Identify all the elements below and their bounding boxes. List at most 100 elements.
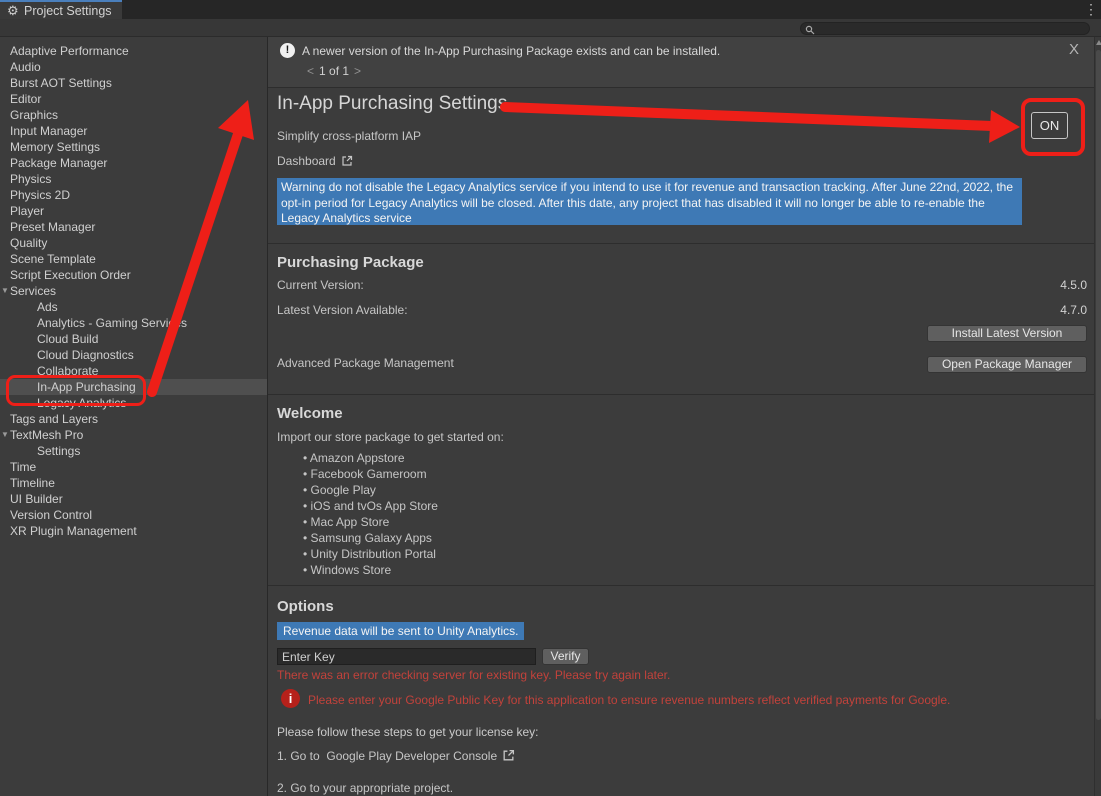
sidebar-item-scene-template[interactable]: Scene Template [0,251,267,267]
tab-title: Project Settings [24,4,112,18]
store-item-samsung-galaxy-apps: • Samsung Galaxy Apps [303,530,438,546]
sidebar-item-ui-builder[interactable]: UI Builder [0,491,267,507]
search-input[interactable] [817,23,1087,36]
google-key-input[interactable] [277,648,536,665]
sidebar-item-audio[interactable]: Audio [0,59,267,75]
tab-bar: ⚙ Project Settings ⋮ [0,0,1101,19]
sidebar-item-timeline[interactable]: Timeline [0,475,267,491]
verify-button[interactable]: Verify [542,648,589,665]
sidebar-item-time[interactable]: Time [0,459,267,475]
sidebar-item-label: Physics [10,171,51,187]
sidebar-item-settings[interactable]: Settings [0,443,267,459]
sidebar-item-label: In-App Purchasing [37,379,136,395]
search-box[interactable] [800,22,1090,35]
store-item-unity-distribution-portal: • Unity Distribution Portal [303,546,438,562]
page-title: In-App Purchasing Settings [277,93,507,115]
sidebar-item-label: Timeline [10,475,55,491]
service-subtitle: Simplify cross-platform IAP [277,129,421,143]
sidebar-item-adaptive-performance[interactable]: Adaptive Performance [0,43,267,59]
sidebar-item-package-manager[interactable]: Package Manager [0,155,267,171]
sidebar-item-collaborate[interactable]: Collaborate [0,363,267,379]
sidebar-item-label: Settings [37,443,80,459]
store-item-amazon-appstore: • Amazon Appstore [303,450,438,466]
sidebar-item-label: Memory Settings [10,139,100,155]
external-link-icon [502,749,515,765]
legacy-analytics-warning: Warning do not disable the Legacy Analyt… [277,178,1022,225]
sidebar-item-label: Version Control [10,507,92,523]
vertical-scrollbar[interactable] [1094,37,1101,796]
latest-version-label: Latest Version Available: [277,303,408,317]
sidebar-item-label: Adaptive Performance [10,43,129,59]
sidebar-item-label: Quality [10,235,47,251]
window-menu-icon[interactable]: ⋮ [1083,0,1099,19]
sidebar-item-cloud-diagnostics[interactable]: Cloud Diagnostics [0,347,267,363]
store-item-google-play: • Google Play [303,482,438,498]
sidebar-item-legacy-analytics[interactable]: Legacy Analytics [0,395,267,411]
sidebar-item-label: Physics 2D [10,187,70,203]
service-on-toggle[interactable]: ON [1031,112,1068,139]
latest-version-value: 4.7.0 [1060,303,1087,317]
sidebar-item-quality[interactable]: Quality [0,235,267,251]
sidebar-item-label: Input Manager [10,123,87,139]
sidebar-item-label: Services [10,283,56,299]
dashboard-link[interactable]: Dashboard [277,154,353,170]
sidebar-item-label: Scene Template [10,251,96,267]
sidebar-item-label: Collaborate [37,363,98,379]
license-step-1: 1. Go to Google Play Developer Console [277,749,515,765]
sidebar-item-cloud-build[interactable]: Cloud Build [0,331,267,347]
sidebar-item-xr-plugin-management[interactable]: XR Plugin Management [0,523,267,539]
sidebar-item-label: Cloud Diagnostics [37,347,134,363]
sidebar-item-label: TextMesh Pro [10,427,83,443]
sidebar-divider [267,37,268,796]
sidebar-item-memory-settings[interactable]: Memory Settings [0,139,267,155]
sidebar-item-script-execution-order[interactable]: Script Execution Order [0,267,267,283]
sidebar-item-graphics[interactable]: Graphics [0,107,267,123]
sidebar-item-version-control[interactable]: Version Control [0,507,267,523]
scroll-up-icon[interactable] [1096,40,1101,45]
scrollbar-thumb[interactable] [1096,50,1101,720]
pager-label: 1 of 1 [319,64,349,78]
sidebar-item-preset-manager[interactable]: Preset Manager [0,219,267,235]
license-steps-intro: Please follow these steps to get your li… [277,725,538,739]
sidebar-item-player[interactable]: Player [0,203,267,219]
external-link-icon [341,155,353,170]
sidebar-item-label: Graphics [10,107,58,123]
sidebar-item-services[interactable]: ▼Services [0,283,267,299]
expander-icon[interactable]: ▼ [1,427,10,443]
sidebar-item-tags-and-layers[interactable]: Tags and Layers [0,411,267,427]
sidebar-item-textmesh-pro[interactable]: ▼TextMesh Pro [0,427,267,443]
tab-project-settings[interactable]: ⚙ Project Settings [0,0,122,19]
store-item-ios-and-tvos-app-store: • iOS and tvOs App Store [303,498,438,514]
install-latest-version-button[interactable]: Install Latest Version [927,325,1087,342]
error-icon: i [281,689,300,708]
notification-close-icon[interactable]: X [1069,41,1079,58]
search-icon [805,25,815,35]
server-error-text: There was an error checking server for e… [277,668,670,682]
sidebar-item-label: Player [10,203,44,219]
settings-category-sidebar: Adaptive PerformanceAudioBurst AOT Setti… [0,37,267,796]
sidebar-item-label: UI Builder [10,491,63,507]
license-step-2: 2. Go to your appropriate project. [277,781,453,795]
sidebar-item-physics-2d[interactable]: Physics 2D [0,187,267,203]
sidebar-item-in-app-purchasing[interactable]: In-App Purchasing [0,379,267,395]
section-divider [268,243,1094,244]
sidebar-item-label: Audio [10,59,41,75]
sidebar-item-label: Ads [37,299,58,315]
sidebar-item-editor[interactable]: Editor [0,91,267,107]
open-package-manager-button[interactable]: Open Package Manager [927,356,1087,373]
options-heading: Options [277,598,334,615]
welcome-intro: Import our store package to get started … [277,430,504,444]
sidebar-item-label: Legacy Analytics [37,395,126,411]
google-play-console-link[interactable]: Google Play Developer Console [326,749,497,763]
pager-next-icon[interactable]: > [349,64,366,78]
pager-prev-icon[interactable]: < [302,64,319,78]
sidebar-item-analytics-gaming-services[interactable]: Analytics - Gaming Services [0,315,267,331]
expander-icon[interactable]: ▼ [1,283,10,299]
sidebar-item-physics[interactable]: Physics [0,171,267,187]
store-item-facebook-gameroom: • Facebook Gameroom [303,466,438,482]
sidebar-item-input-manager[interactable]: Input Manager [0,123,267,139]
sidebar-item-burst-aot-settings[interactable]: Burst AOT Settings [0,75,267,91]
sidebar-item-label: Package Manager [10,155,107,171]
welcome-heading: Welcome [277,405,343,422]
sidebar-item-ads[interactable]: Ads [0,299,267,315]
